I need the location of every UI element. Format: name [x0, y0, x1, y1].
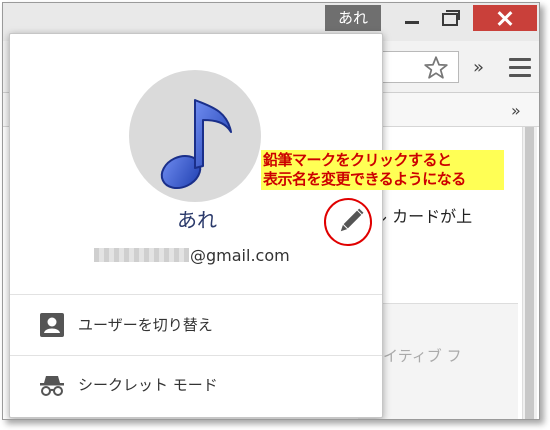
profile-email: @gmail.com — [94, 246, 290, 265]
scroll-thumb[interactable] — [525, 127, 534, 419]
page-panel-text: イティブ フ — [383, 347, 462, 365]
minimize-button[interactable] — [397, 7, 425, 31]
switch-user-item[interactable]: ユーザーを切り替え — [10, 296, 382, 354]
hamburger-menu-icon[interactable] — [509, 58, 531, 78]
screenshot-frame: あれ » » ル カードが上 イティブ フ あれ @gmail.com ユーザー… — [2, 2, 540, 420]
scrollbar[interactable] — [522, 127, 537, 419]
email-domain: @gmail.com — [190, 246, 290, 265]
person-badge-icon — [40, 313, 64, 337]
divider — [10, 294, 382, 295]
profile-chip[interactable]: あれ — [325, 5, 381, 31]
page-text: ル カードが上 — [371, 207, 473, 226]
annotation-line: 表示名を変更できるようになる — [263, 170, 466, 188]
incognito-label: シークレット モード — [78, 376, 218, 394]
incognito-item[interactable]: シークレット モード — [10, 356, 382, 414]
annotation-callout: 鉛筆マークをクリックすると 表示名を変更できるようになる — [261, 150, 504, 190]
star-icon[interactable] — [423, 55, 449, 81]
email-redaction — [94, 248, 189, 262]
extensions-overflow-icon[interactable]: » — [473, 57, 484, 78]
switch-user-label: ユーザーを切り替え — [78, 316, 213, 334]
close-button[interactable] — [473, 5, 537, 31]
bookmarks-overflow-icon[interactable]: » — [511, 101, 521, 120]
avatar[interactable] — [129, 70, 261, 202]
music-note-icon — [160, 99, 232, 190]
incognito-icon — [40, 376, 64, 396]
maximize-button[interactable] — [433, 7, 463, 31]
annotation-line: 鉛筆マークをクリックすると — [263, 151, 452, 169]
profile-popup: あれ @gmail.com ユーザーを切り替え シークレット モード — [9, 33, 383, 418]
